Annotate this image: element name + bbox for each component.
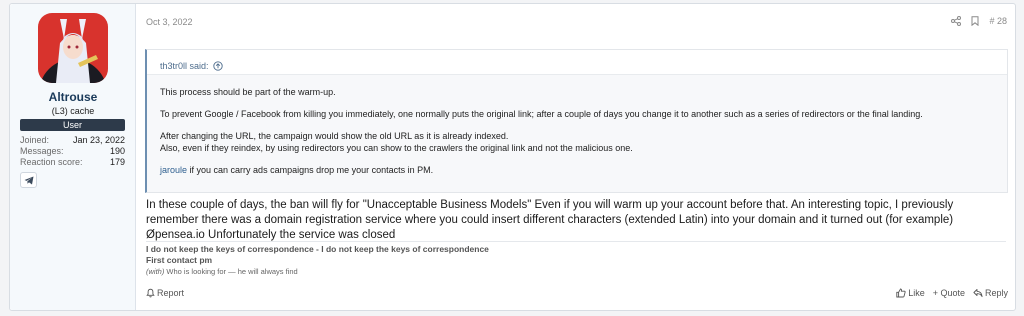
quote-body: This process should be part of the warm-…: [147, 75, 1007, 176]
user-column: Altrouse (L3) cache User Joined: Jan 23,…: [10, 4, 136, 310]
quote-block: th3tr0ll said: This process should be pa…: [145, 49, 1008, 193]
footer-actions: Like + Quote Reply: [896, 288, 1008, 298]
stat-label: Joined:: [20, 135, 50, 145]
bookmark-icon[interactable]: [971, 16, 979, 26]
user-stats: Joined: Jan 23, 2022 Messages: 190 React…: [20, 135, 125, 168]
quote-author[interactable]: th3tr0ll said:: [160, 61, 209, 71]
bell-icon: [146, 288, 155, 298]
quote-mention-line: jaroule if you can carry ads campaigns d…: [160, 164, 994, 176]
post-footer: Report Like + Quote Reply: [146, 287, 1008, 301]
stat-joined: Joined: Jan 23, 2022: [20, 135, 125, 146]
arrow-up-circle-icon[interactable]: [212, 60, 223, 71]
signature-em: (with): [146, 267, 165, 276]
telegram-icon: [24, 176, 34, 185]
signature-small-text: Who is looking for — he will always find: [164, 267, 298, 276]
quote-paragraph: After changing the URL, the campaign wou…: [160, 131, 509, 141]
message-body: In these couple of days, the ban will fl…: [146, 199, 954, 241]
stat-reaction-score: Reaction score: 179: [20, 157, 125, 168]
stat-value[interactable]: 190: [110, 146, 125, 157]
quote-paragraph: Also, even if they reindex, by using red…: [160, 143, 633, 153]
quote-header[interactable]: th3tr0ll said:: [147, 50, 1007, 75]
quote-paragraph: To prevent Google / Facebook from killin…: [160, 109, 923, 119]
reply-button[interactable]: Reply: [973, 288, 1008, 298]
telegram-contact-button[interactable]: [20, 172, 37, 188]
reply-label: Reply: [984, 288, 1008, 298]
stat-messages: Messages: 190: [20, 146, 125, 157]
user-title: (L3) cache: [51, 106, 95, 116]
quote-label: + Quote: [932, 288, 965, 298]
stat-label: Reaction score:: [20, 157, 83, 167]
post-number[interactable]: # 28: [989, 16, 1007, 26]
quote-button[interactable]: + Quote: [933, 288, 965, 298]
stat-value: 179: [109, 157, 125, 167]
report-label: Report: [157, 288, 185, 298]
thumbs-up-icon: [896, 288, 906, 298]
user-banner: User: [20, 119, 125, 131]
like-button[interactable]: Like: [896, 288, 925, 298]
share-icon[interactable]: [951, 16, 962, 26]
reply-icon: [973, 288, 983, 298]
user-mention[interactable]: jaroule: [160, 165, 187, 175]
signature: I do not keep the keys of correspondence…: [146, 241, 1006, 277]
report-button[interactable]: Report: [146, 288, 184, 298]
avatar[interactable]: [38, 13, 108, 83]
username[interactable]: Altrouse: [10, 90, 136, 104]
stat-label: Messages:: [20, 146, 64, 156]
post-card: Altrouse (L3) cache User Joined: Jan 23,…: [9, 3, 1016, 311]
post-actions: # 28: [951, 16, 1007, 26]
signature-line: I do not keep the keys of correspondence…: [146, 244, 489, 254]
mention-text: if you can carry ads campaigns drop me y…: [187, 165, 434, 175]
post-date[interactable]: Oct 3, 2022: [146, 17, 193, 27]
signature-line: First contact pm: [146, 255, 213, 265]
stat-value: Jan 23, 2022: [72, 135, 125, 145]
like-label: Like: [908, 288, 925, 298]
quote-paragraph: This process should be part of the warm-…: [160, 87, 336, 97]
signature-small: (with) Who is looking for — he will alwa…: [146, 266, 1006, 277]
